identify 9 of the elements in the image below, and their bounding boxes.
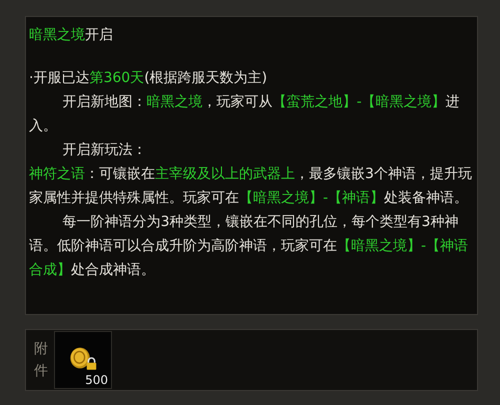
mail-title: 暗黑之境开启 [29, 26, 114, 45]
attachment-label: 附件 [34, 340, 48, 381]
item-slot[interactable]: 500 [54, 331, 112, 389]
item-count: 500 [85, 373, 108, 387]
mail-paragraph: 开启新地图：暗黑之境，玩家可从【蛮荒之地】-【暗黑之境】进入。 [29, 93, 461, 136]
mail-paragraph: ·开服已达第360天(根据跨服天数为主) [29, 69, 268, 88]
mail-paragraph: 开启新玩法： [62, 141, 148, 160]
mail-paragraph: 每一阶神语分为3种类型，镶嵌在不同的孔位，每个类型有3种神语。低阶神语可以合成升阶为高阶神语，玩家可在【暗黑之境】-【神语合成】处合成神语。 [29, 213, 470, 280]
mail-paragraph: 神符之语：可镶嵌在主宰级及以上的武器上，最多镶嵌3个神语，提升玩家属性并提供特殊属性。玩家可在【暗黑之境】-【神语】处装备神语。 [29, 165, 473, 208]
